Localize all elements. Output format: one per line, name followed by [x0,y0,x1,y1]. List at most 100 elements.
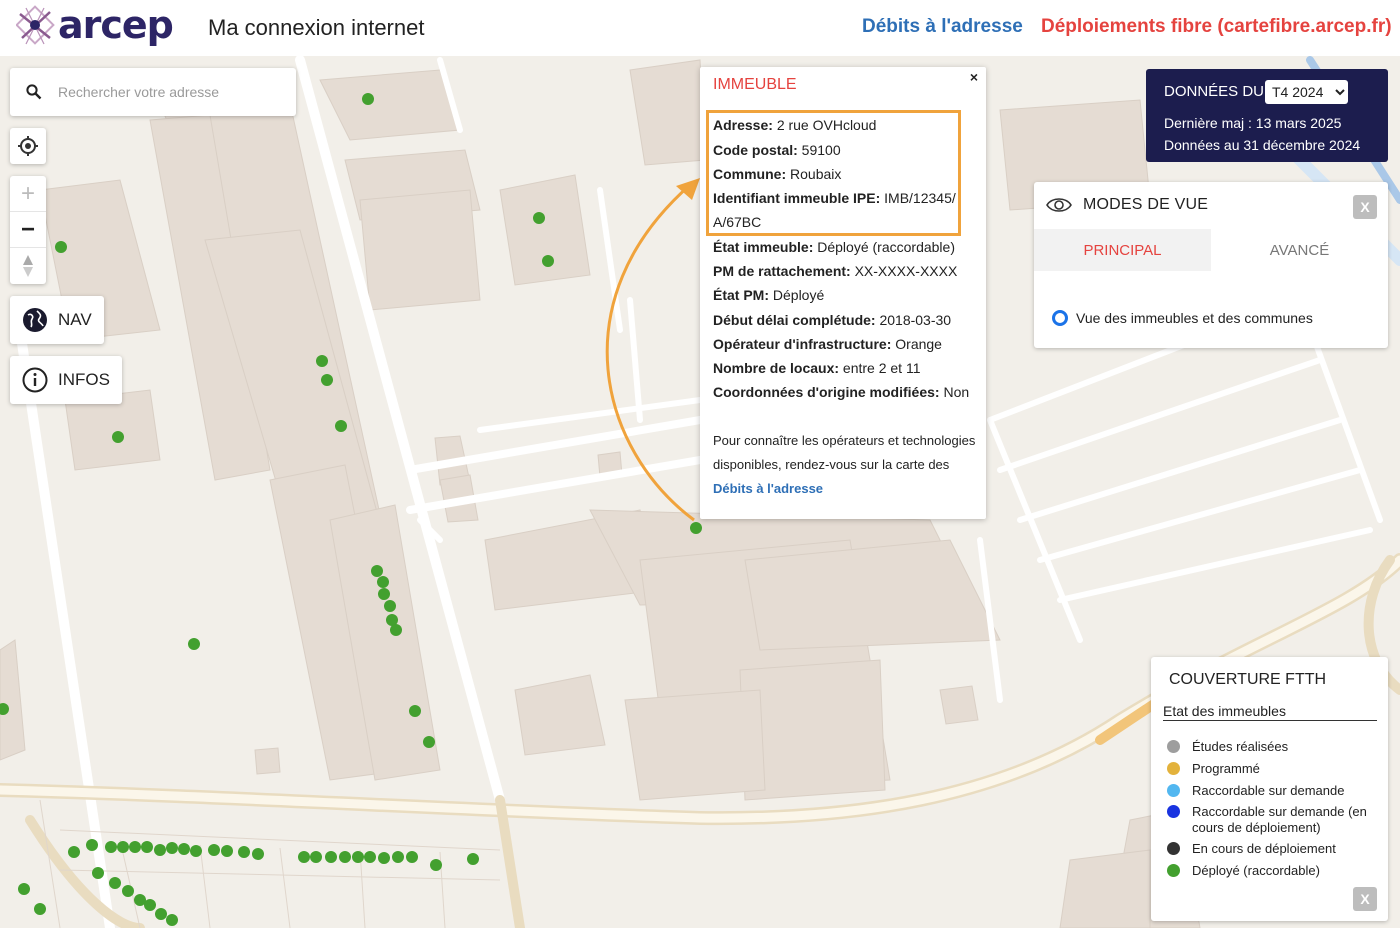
globe-icon [23,308,47,332]
popup-field-label: Commune: [713,166,787,182]
app-header: arcep Ma connexion internet Débits à l'a… [0,0,1400,56]
popup-field: Code postal: 59100 [713,138,841,162]
zoom-out-button[interactable]: − [10,212,46,248]
legend-dot-icon [1167,864,1180,877]
popup-field-label: Nombre de locaux: [713,360,840,376]
app-title: Ma connexion internet [208,15,425,40]
data-panel-title: DONNÉES DU [1164,83,1265,100]
view-modes-panel: MODES DE VUE X PRINCIPAL AVANCÉ Vue des … [1034,182,1388,348]
popup-field-label: Début délai complétude: [713,312,876,328]
zoom-control: + − [10,176,46,284]
legend-dot-icon [1167,805,1180,818]
last-update-text: Dernière maj : 13 mars 2025 [1164,115,1342,131]
popup-field-label: Coordonnées d'origine modifiées: [713,384,940,400]
coverage-legend: COUVERTURE FTTH Etat des immeubles Étude… [1151,657,1388,921]
legend-close-button[interactable]: X [1353,887,1377,911]
popup-field-value: Roubaix [790,166,842,182]
legend-item: Déployé (raccordable) [1167,863,1377,879]
view-mode-option[interactable]: Vue des immeubles et des communes [1052,310,1313,326]
modes-close-button[interactable]: X [1353,195,1377,219]
locate-button[interactable] [10,128,46,164]
arcep-logo-mark-icon [15,4,56,50]
popup-note: Pour connaître les opérateurs et technol… [713,429,979,501]
popup-field: A/67BC [713,210,761,234]
infos-label: INFOS [58,370,110,389]
popup-field-value: Déployé [772,287,825,303]
zoom-in-button[interactable]: + [10,176,46,212]
popup-field: État immeuble: Déployé (raccordable) [713,235,955,259]
search-icon[interactable] [10,84,58,100]
popup-field: Opérateur d'infrastructure: Orange [713,332,942,356]
popup-field-value: XX-XXXX-XXXX [854,263,958,279]
legend-dot-icon [1167,740,1180,753]
popup-field-value: A/67BC [713,214,762,230]
popup-close-button[interactable]: × [970,69,978,85]
popup-field-label: État PM: [713,287,769,303]
popup-field-value: 2018-03-30 [879,312,952,328]
popup-field-value: Orange [895,336,942,352]
popup-field-value: 2 rue OVHcloud [776,117,877,133]
popup-field: Identifiant immeuble IPE: IMB/12345/ [713,186,956,210]
legend-item-label: Études réalisées [1192,739,1289,754]
popup-field: Début délai complétude: 2018-03-30 [713,308,951,332]
popup-field: Nombre de locaux: entre 2 et 11 [713,356,921,380]
popup-field-label: Code postal: [713,142,798,158]
legend-item-label: Déployé (raccordable) [1192,863,1320,878]
tab-principal[interactable]: PRINCIPAL [1034,229,1211,271]
deploiements-fibre-link[interactable]: Déploiements fibre (cartefibre.arcep.fr) [1041,16,1392,38]
legend-item-label: En cours de déploiement [1192,841,1336,856]
info-icon [22,367,48,393]
popup-field: Coordonnées d'origine modifiées: Non [713,380,969,404]
view-mode-label: Vue des immeubles et des communes [1076,310,1313,326]
data-period-panel: DONNÉES DU T4 2024 Dernière maj : 13 mar… [1146,69,1388,162]
popup-field-value: Déployé (raccordable) [817,239,955,255]
popup-field-label: Identifiant immeuble IPE: [713,190,881,206]
legend-dot-icon [1167,784,1180,797]
popup-field: Adresse: 2 rue OVHcloud [713,113,876,137]
popup-field-label: Adresse: [713,117,773,133]
legend-item: Programmé [1167,761,1377,777]
period-select[interactable]: T4 2024 [1265,80,1348,104]
legend-item: En cours de déploiement [1167,841,1377,857]
popup-field-value: entre 2 et 11 [842,360,921,376]
legend-dot-icon [1167,842,1180,855]
popup-field-value: IMB/12345/ [884,190,956,206]
debits-adresse-link[interactable]: Débits à l'adresse [862,16,1023,38]
address-search [10,68,296,116]
compass-button[interactable] [10,248,46,284]
popup-field: Commune: Roubaix [713,162,841,186]
legend-item: Raccordable sur demande [1167,783,1377,799]
tab-avance[interactable]: AVANCÉ [1211,229,1388,271]
legend-item-label: Raccordable sur demande (en cours de dép… [1192,804,1367,835]
popup-debits-link[interactable]: Débits à l'adresse [713,481,823,496]
popup-note-text: Pour connaître les opérateurs et technol… [713,433,976,472]
nav-label: NAV [58,310,92,329]
legend-title: COUVERTURE FTTH [1169,671,1327,688]
data-date-text: Données au 31 décembre 2024 [1164,137,1361,153]
legend-item: Raccordable sur demande (en cours de dép… [1167,804,1377,836]
legend-item: Études réalisées [1167,739,1377,755]
legend-item-label: Programmé [1192,761,1260,776]
arcep-logo[interactable]: arcep [15,3,174,50]
popup-field-label: Opérateur d'infrastructure: [713,336,892,352]
eye-icon [1046,198,1072,212]
compass-icon [23,255,33,277]
popup-field: État PM: Déployé [713,283,824,307]
legend-dot-icon [1167,762,1180,775]
popup-field-label: État immeuble: [713,239,814,255]
popup-field: PM de rattachement: XX-XXXX-XXXX [713,259,957,283]
legend-item-label: Raccordable sur demande [1192,783,1345,798]
radio-selected-icon[interactable] [1052,310,1068,326]
popup-title: IMMEUBLE [713,76,797,93]
popup-field-label: PM de rattachement: [713,263,851,279]
infos-button[interactable]: INFOS [10,356,122,404]
search-input[interactable] [58,84,278,100]
crosshair-icon [18,136,38,156]
popup-field-value: 59100 [801,142,841,158]
building-popup: IMMEUBLE × Adresse: 2 rue OVHcloud Code p… [700,67,986,519]
popup-field-value: Non [943,384,970,400]
legend-subtitle: Etat des immeubles [1163,703,1377,721]
nav-button[interactable]: NAV [10,296,104,344]
modes-title: MODES DE VUE [1083,196,1209,213]
logo-text: arcep [58,3,174,47]
